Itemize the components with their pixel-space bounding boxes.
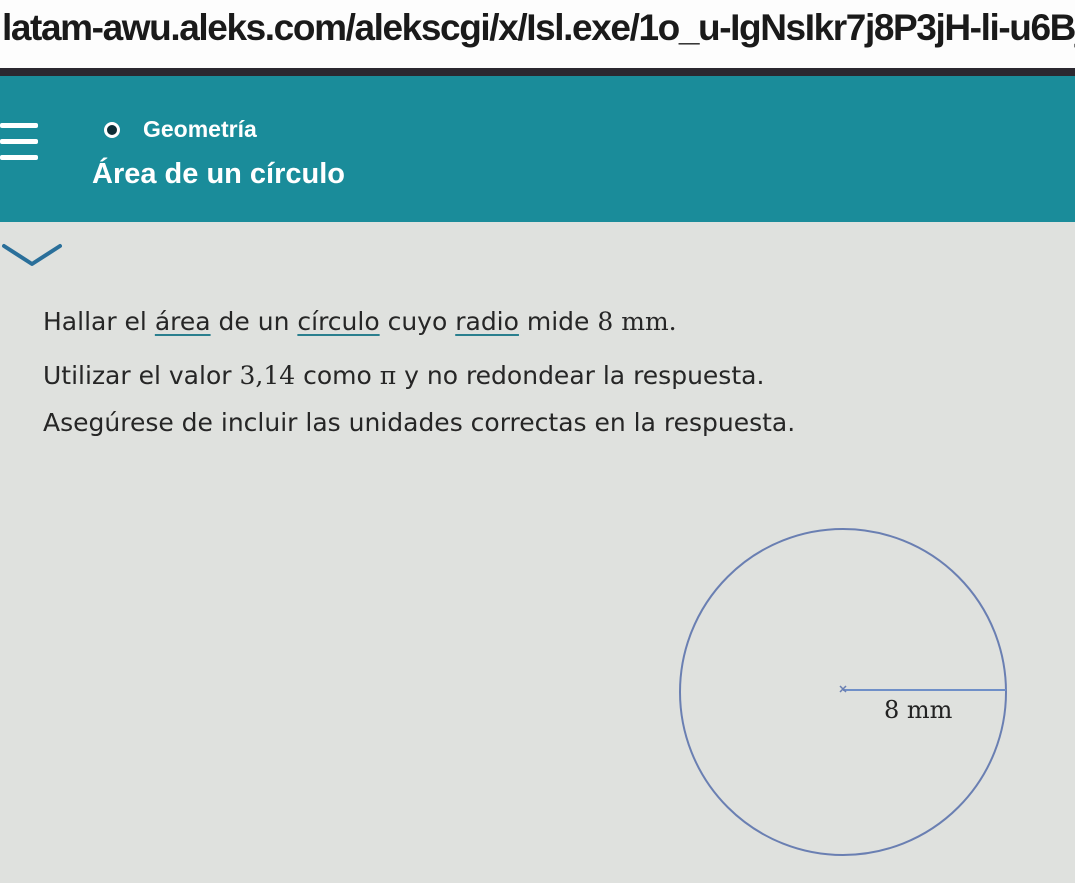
circle-diagram: 8 mm bbox=[679, 528, 1007, 856]
pi-symbol: π bbox=[379, 361, 397, 390]
topic-label: Geometría bbox=[143, 116, 257, 142]
question-text: cuyo bbox=[379, 307, 456, 336]
circle-outline bbox=[679, 528, 1007, 856]
radius-label: 8 mm bbox=[884, 696, 953, 724]
question-text: Hallar el bbox=[43, 307, 155, 336]
question-text: Utilizar el valor bbox=[43, 361, 240, 390]
glossary-link-area[interactable]: área bbox=[155, 307, 211, 336]
hamburger-menu-icon[interactable] bbox=[0, 123, 42, 181]
url-text[interactable]: latam-awu.aleks.com/alekscgi/x/Isl.exe/1… bbox=[2, 7, 1075, 49]
address-bar[interactable]: latam-awu.aleks.com/alekscgi/x/Isl.exe/1… bbox=[0, 0, 1075, 76]
question-line-1: Hallar el área de un círculo cuyo radio … bbox=[43, 307, 677, 336]
question-text: de un bbox=[210, 307, 298, 336]
question-text: mide bbox=[518, 307, 598, 336]
lesson-title: Área de un círculo bbox=[92, 158, 346, 190]
question-line-3: Asegúrese de incluir las unidades correc… bbox=[43, 408, 796, 437]
question-text: como bbox=[295, 361, 380, 390]
question-text: y no redondear la respuesta. bbox=[396, 361, 765, 390]
lesson-header bbox=[0, 76, 1075, 222]
chevron-down-icon[interactable] bbox=[2, 242, 62, 272]
pi-value: 3,14 bbox=[239, 361, 296, 390]
radius-value: 8 mm. bbox=[597, 307, 677, 336]
status-dot-icon bbox=[104, 122, 120, 138]
glossary-link-radius[interactable]: radio bbox=[455, 307, 519, 336]
glossary-link-circle[interactable]: círculo bbox=[297, 307, 379, 336]
question-line-2: Utilizar el valor 3,14 como π y no redon… bbox=[43, 361, 764, 390]
